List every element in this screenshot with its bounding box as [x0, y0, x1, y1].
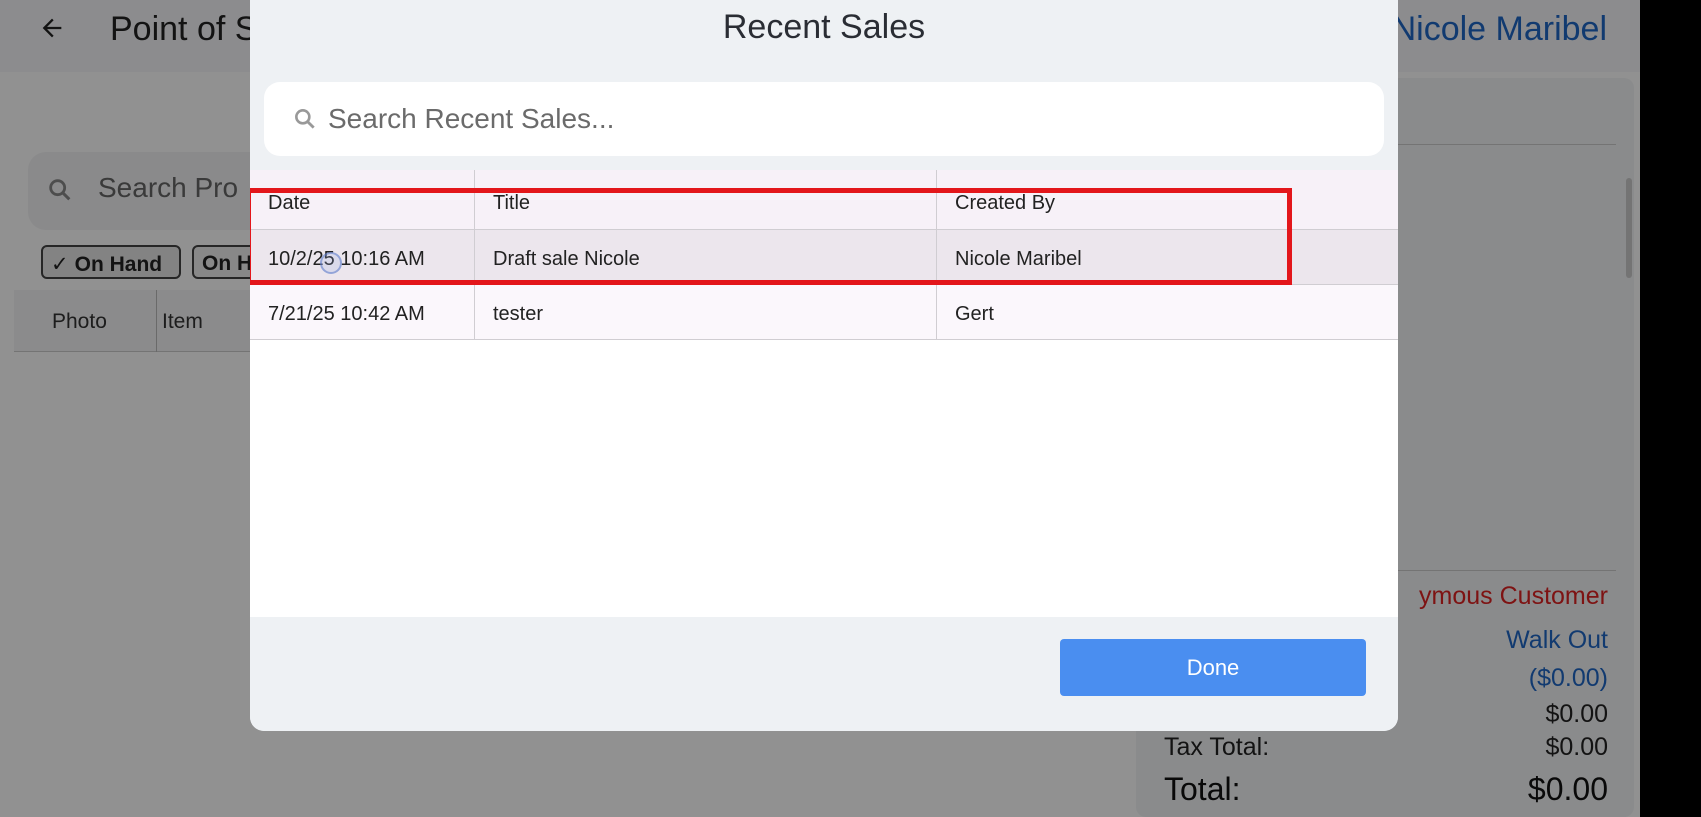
- screen-edge: [1640, 0, 1701, 817]
- row-date: 7/21/25 10:42 AM: [268, 303, 425, 325]
- done-button[interactable]: Done: [1060, 639, 1366, 696]
- row-highlight-box: [250, 188, 1292, 285]
- recent-sales-dialog: Recent Sales Date Title Created By 10/2/…: [250, 0, 1398, 731]
- row-title: tester: [493, 303, 544, 325]
- touch-indicator: [320, 252, 342, 274]
- table-row[interactable]: 7/21/25 10:42 AM tester Gert: [250, 285, 1398, 340]
- recent-sales-search-input[interactable]: [328, 96, 1348, 142]
- dialog-footer: Done: [250, 617, 1398, 731]
- search-icon: [292, 106, 318, 137]
- recent-sales-search[interactable]: [264, 82, 1384, 156]
- dialog-title: Recent Sales: [722, 8, 926, 46]
- row-created-by: Gert: [955, 303, 994, 325]
